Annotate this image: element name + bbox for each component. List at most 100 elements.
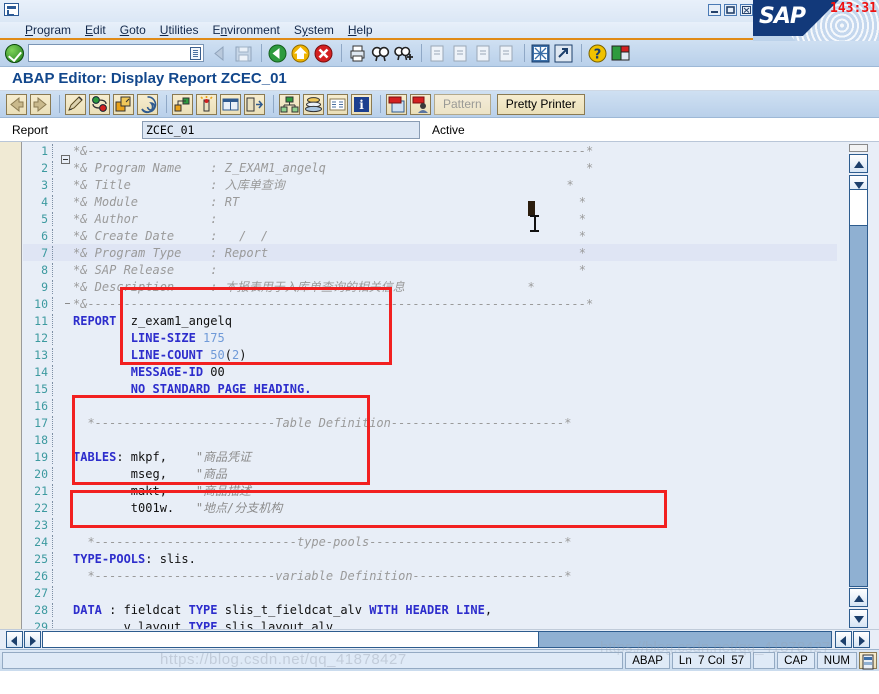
cancel-red-icon[interactable] — [313, 43, 334, 64]
find-icon[interactable] — [370, 43, 391, 64]
code-line[interactable]: 18 — [23, 431, 837, 448]
code-line[interactable]: 20 mseg, "商品 — [23, 465, 837, 482]
menu-item-utilities[interactable]: Utilities — [153, 23, 206, 37]
print-icon[interactable] — [347, 43, 368, 64]
forward-display-icon[interactable] — [30, 93, 51, 115]
back-arrow-icon[interactable] — [210, 43, 231, 64]
next-page-icon[interactable] — [473, 43, 494, 64]
code-line[interactable]: 23 — [23, 516, 837, 533]
help-icon[interactable]: ? — [587, 43, 608, 64]
code-line[interactable]: 25 TYPE-POOLS: slis. — [23, 550, 837, 567]
code-line[interactable]: 19 TABLES: mkpf, "商品凭证 — [23, 448, 837, 465]
editor-vertical-scrollbar[interactable] — [837, 142, 879, 629]
code-line[interactable]: 14 MESSAGE-ID 00 — [23, 363, 837, 380]
menu-item-system[interactable]: System — [287, 23, 341, 37]
code-lines-container[interactable]: 1 *&-------------------------------------… — [23, 142, 837, 629]
hscroll-right-arrow[interactable] — [24, 631, 41, 648]
scroll-page-up-arrow[interactable] — [849, 588, 868, 607]
code-line[interactable]: 6 *& Create Date : / / * — [23, 227, 837, 244]
enter-ok-icon[interactable] — [5, 43, 24, 63]
menu-item-program[interactable]: PProgramrogram — [18, 23, 78, 37]
hscroll-thumb[interactable] — [43, 632, 539, 647]
split-screen-icon[interactable] — [220, 93, 241, 115]
change-editor-icon[interactable] — [65, 93, 86, 115]
info-icon[interactable]: i — [351, 93, 372, 115]
code-line[interactable]: 16 — [23, 397, 837, 414]
save-icon[interactable] — [233, 43, 254, 64]
command-input[interactable] — [31, 46, 181, 60]
pattern-wheel-icon[interactable] — [137, 93, 158, 115]
last-page-icon[interactable] — [496, 43, 517, 64]
code-editor[interactable]: 1 *&-------------------------------------… — [0, 142, 879, 629]
editor-horizontal-scrollbar[interactable] — [0, 629, 879, 649]
code-line[interactable]: 13 LINE-COUNT 50(2) — [23, 346, 837, 363]
code-line[interactable]: 1 *&-------------------------------------… — [23, 142, 837, 164]
list-icon[interactable] — [327, 93, 348, 115]
scroll-top-button[interactable] — [849, 144, 868, 152]
pattern-button[interactable]: Pattern — [434, 93, 491, 115]
activate-icon[interactable] — [113, 93, 134, 115]
application-toolbar[interactable]: i Pattern Pretty Printer — [0, 91, 879, 118]
customize-layout-icon[interactable] — [610, 43, 631, 64]
structure-icon[interactable] — [279, 93, 300, 115]
hscroll-track[interactable] — [42, 631, 832, 648]
menu-item-goto[interactable]: Goto — [113, 23, 153, 37]
menu-item-environment[interactable]: Environment — [205, 23, 286, 37]
code-line[interactable]: 24 *----------------------------type-poo… — [23, 533, 837, 550]
back-display-icon[interactable] — [6, 93, 27, 115]
window-controls[interactable] — [708, 4, 753, 16]
scroll-up-arrow[interactable] — [849, 154, 868, 173]
code-line[interactable]: 27 — [23, 584, 837, 601]
object-navigator-icon[interactable] — [172, 93, 193, 115]
first-page-icon[interactable] — [427, 43, 448, 64]
menubar[interactable]: PProgramrogram Edit Goto Utilities Envir… — [0, 22, 879, 40]
scroll-thumb[interactable] — [850, 190, 867, 226]
find-next-icon[interactable] — [393, 43, 414, 64]
code-line[interactable]: 29 v_layout TYPE slis_layout_alv. — [23, 618, 837, 629]
code-line[interactable]: 10 *&------------------------------------… — [23, 295, 837, 312]
hscroll-page-right-arrow[interactable] — [853, 631, 870, 648]
code-line[interactable]: 9 *& Description : 本报表用于入库单查询的相关信息 * — [23, 278, 837, 295]
menu-item-edit[interactable]: Edit — [78, 23, 113, 37]
stack-icon[interactable] — [303, 93, 324, 115]
code-line[interactable]: 8 *& SAP Release : * — [23, 261, 837, 278]
close-button[interactable] — [740, 4, 753, 16]
pretty-printer-button[interactable]: Pretty Printer — [496, 93, 585, 115]
system-toolbar[interactable]: ? — [0, 40, 879, 67]
check-syntax-icon[interactable] — [89, 93, 110, 115]
hscroll-left-arrow[interactable] — [6, 631, 23, 648]
code-line[interactable]: 15 NO STANDARD PAGE HEADING. — [23, 380, 837, 397]
user-object-icon[interactable] — [410, 93, 431, 115]
create-shortcut-icon[interactable] — [553, 43, 574, 64]
code-line[interactable]: 21 makt, "商品描述 — [23, 482, 837, 499]
create-session-icon[interactable] — [530, 43, 551, 64]
code-line[interactable]: 22 t001w. "地点/分支机构 — [23, 499, 837, 516]
line-number: 22 — [23, 500, 53, 515]
code-line[interactable]: 17 *-------------------------Table Defin… — [23, 414, 837, 431]
documentation-icon[interactable] — [386, 93, 407, 115]
previous-page-icon[interactable] — [450, 43, 471, 64]
command-history-icon[interactable] — [190, 47, 201, 60]
code-line[interactable]: 11 REPORT z_exam1_angelq — [23, 312, 837, 329]
code-line[interactable]: 3 *& Title : 入库单查询 * — [23, 176, 837, 193]
code-line[interactable]: 26 *-------------------------variable De… — [23, 567, 837, 584]
code-line[interactable]: 4 *& Module : RT * — [23, 193, 837, 210]
command-field[interactable] — [28, 44, 204, 62]
navigate-icon[interactable] — [244, 93, 265, 115]
menu-item-help[interactable]: Help — [341, 23, 380, 37]
back-green-icon[interactable] — [267, 43, 288, 64]
scroll-track[interactable] — [849, 189, 868, 587]
server-status-icon[interactable] — [859, 652, 877, 670]
scroll-page-down-arrow[interactable] — [849, 609, 868, 628]
minimize-button[interactable] — [708, 4, 721, 16]
code-line[interactable]: 28 DATA : fieldcat TYPE slis_t_fieldcat_a… — [23, 601, 837, 618]
report-name-input[interactable]: ZCEC_01 — [142, 120, 420, 139]
code-line[interactable]: 12 LINE-SIZE 175 — [23, 329, 837, 346]
maximize-button[interactable] — [724, 4, 737, 16]
hscroll-page-left-arrow[interactable] — [835, 631, 852, 648]
exit-yellow-icon[interactable] — [290, 43, 311, 64]
code-line[interactable]: 5 *& Author : * — [23, 210, 837, 227]
code-line[interactable]: 2 *& Program Name : Z_EXAM1_angelq * — [23, 159, 837, 176]
debug-icon[interactable] — [196, 93, 217, 115]
code-line[interactable]: 7 *& Program Type : Report * — [23, 244, 837, 261]
